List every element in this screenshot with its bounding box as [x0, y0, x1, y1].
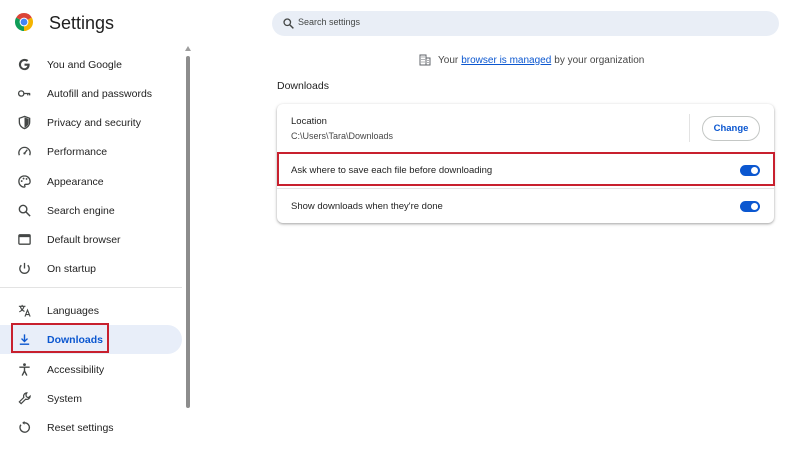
sidebar-item-default-browser[interactable]: Default browser: [0, 225, 182, 254]
sidebar-item-label: Appearance: [47, 175, 104, 188]
toggle-knob: [751, 203, 758, 210]
browser-managed-link[interactable]: browser is managed: [461, 55, 551, 66]
sidebar-item-languages[interactable]: Languages: [0, 296, 182, 325]
show-when-done-label: Show downloads when they're done: [291, 201, 443, 212]
sidebar-item-label: Accessibility: [47, 363, 105, 376]
sidebar-item-performance[interactable]: Performance: [0, 137, 182, 166]
sidebar-item-on-startup[interactable]: On startup: [0, 254, 182, 283]
show-when-done-toggle[interactable]: [740, 201, 760, 212]
sidebar-item-label: Autofill and passwords: [47, 87, 153, 100]
browser-window-icon: [17, 232, 32, 247]
building-icon: [419, 54, 431, 66]
sidebar-item-autofill[interactable]: Autofill and passwords: [0, 79, 182, 108]
search-icon: [283, 18, 294, 29]
scrollbar-thumb[interactable]: [186, 56, 190, 408]
section-title: Downloads: [277, 80, 329, 92]
sidebar-divider: [0, 287, 182, 288]
sidebar-item-appearance[interactable]: Appearance: [0, 167, 182, 196]
speedometer-icon: [17, 144, 32, 159]
sidebar-item-label: Reset settings: [47, 421, 114, 434]
sidebar-item-privacy[interactable]: Privacy and security: [0, 108, 182, 137]
app-header: Settings: [14, 12, 114, 33]
location-value: C:\Users\Tara\Downloads: [291, 131, 394, 141]
vertical-divider: [689, 114, 690, 142]
sidebar-item-label: Downloads: [47, 333, 104, 346]
accessibility-icon: [17, 362, 32, 377]
change-location-button[interactable]: Change: [702, 116, 760, 141]
ask-where-toggle[interactable]: [740, 165, 760, 176]
row-divider: [277, 188, 774, 189]
downloads-settings-card: Location C:\Users\Tara\Downloads Change …: [277, 104, 774, 223]
sidebar-scrollbar[interactable]: [184, 46, 192, 446]
page-title: Settings: [49, 13, 115, 33]
sidebar-item-label: Privacy and security: [47, 116, 141, 129]
sidebar-item-accessibility[interactable]: Accessibility: [0, 355, 182, 384]
sidebar-item-label: On startup: [47, 262, 97, 275]
managed-notice-suffix: by your organization: [554, 54, 645, 66]
location-label: Location: [291, 116, 327, 127]
settings-page: Settings You and Google Autofill and pas…: [0, 0, 800, 452]
download-icon: [17, 332, 32, 347]
row-divider: [277, 152, 774, 153]
sidebar-item-you-and-google[interactable]: You and Google: [0, 50, 182, 79]
sidebar-item-label: Languages: [47, 304, 99, 317]
sidebar: You and Google Autofill and passwords Pr…: [0, 50, 194, 452]
sidebar-item-label: Default browser: [47, 233, 121, 246]
managed-notice-prefix: Your: [438, 54, 459, 66]
google-g-icon: [17, 57, 32, 72]
sidebar-item-reset-settings[interactable]: Reset settings: [0, 413, 182, 442]
chrome-logo-icon: [15, 13, 33, 31]
sidebar-item-label: Performance: [47, 145, 108, 158]
sidebar-item-label: Search engine: [47, 204, 115, 217]
managed-notice: Your browser is managed by your organiza…: [419, 53, 644, 67]
search-icon: [17, 203, 32, 218]
reset-icon: [17, 420, 32, 435]
sidebar-item-label: System: [47, 392, 83, 405]
power-icon: [17, 261, 32, 276]
scroll-up-arrow-icon[interactable]: [185, 46, 191, 51]
ask-where-label: Ask where to save each file before downl…: [291, 165, 493, 176]
sidebar-item-system[interactable]: System: [0, 384, 182, 413]
sidebar-item-downloads[interactable]: Downloads: [0, 325, 182, 354]
sidebar-item-search-engine[interactable]: Search engine: [0, 196, 182, 225]
sidebar-item-label: You and Google: [47, 58, 122, 71]
search-input[interactable]: Search settings: [272, 11, 779, 36]
shield-icon: [17, 115, 32, 130]
key-icon: [17, 86, 32, 101]
palette-icon: [17, 174, 32, 189]
search-placeholder: Search settings: [298, 17, 361, 27]
translate-icon: [17, 303, 32, 318]
toggle-knob: [751, 167, 758, 174]
wrench-icon: [17, 391, 32, 406]
